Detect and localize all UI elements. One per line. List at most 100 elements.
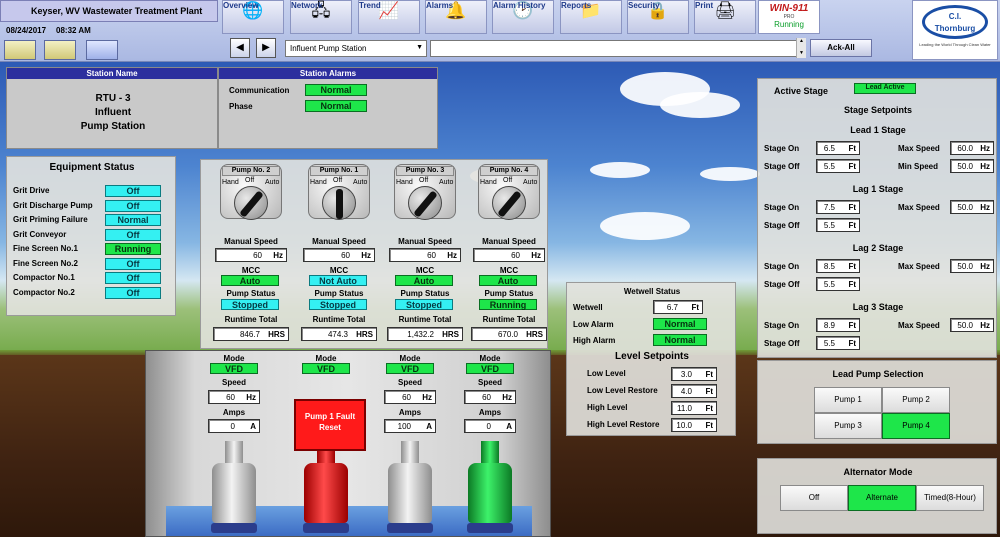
max-speed-unit: Hz bbox=[980, 203, 990, 212]
stage-off-input[interactable]: 5.5 Ft bbox=[816, 159, 860, 173]
selector-knob bbox=[322, 186, 356, 220]
level-setpoint-unit: Ft bbox=[705, 370, 713, 379]
stage-on-input[interactable]: 8.5 Ft bbox=[816, 259, 860, 273]
level-setpoint-input[interactable]: 10.0 Ft bbox=[671, 418, 717, 432]
lead-pump-1-button[interactable]: Pump 1 bbox=[814, 387, 882, 413]
current-time: 08:32 AM bbox=[56, 26, 91, 35]
alternator-mode-panel: Alternator Mode Off Alternate Timed(8-Hour… bbox=[757, 458, 997, 534]
mcc-status: Auto bbox=[479, 275, 537, 286]
alarm-phase-status: Normal bbox=[305, 100, 367, 112]
ack-all-button[interactable]: Ack-All bbox=[810, 39, 872, 57]
mcc-label: MCC bbox=[499, 266, 519, 275]
envelope-icon[interactable] bbox=[4, 40, 36, 60]
equipment-status: Normal bbox=[105, 214, 161, 226]
station-name-header: Station Name bbox=[7, 68, 217, 79]
manual-speed-input[interactable]: 60 Hz bbox=[215, 248, 287, 262]
pump-base bbox=[467, 523, 513, 533]
max-speed-input[interactable]: 50.0 Hz bbox=[950, 200, 994, 214]
hand-label: Hand bbox=[396, 179, 413, 186]
nav-alarms[interactable]: Alarms 🔔 bbox=[425, 0, 487, 34]
off-label: Off bbox=[419, 177, 429, 184]
stage-on-input[interactable]: 8.9 Ft bbox=[816, 318, 860, 332]
max-speed-input[interactable]: 50.0 Hz bbox=[950, 318, 994, 332]
amps-unit: A bbox=[250, 422, 256, 431]
station-select[interactable]: Influent Pump Station ▼ bbox=[285, 40, 427, 57]
max-speed-input[interactable]: 50.0 Hz bbox=[950, 259, 994, 273]
stage-off-input[interactable]: 5.5 Ft bbox=[816, 218, 860, 232]
stage-on-unit: Ft bbox=[848, 144, 856, 153]
stage-on-value: 6.5 bbox=[823, 144, 835, 153]
level-setpoint-value: 10.0 bbox=[676, 421, 692, 430]
screen-icon[interactable] bbox=[86, 40, 118, 60]
prev-screen-button[interactable]: ◀ bbox=[230, 38, 250, 58]
stage-off-input[interactable]: 5.5 Ft bbox=[816, 336, 860, 350]
stage-on-value: 7.5 bbox=[823, 203, 835, 212]
stage-off-value: 5.5 bbox=[823, 280, 835, 289]
equipment-status: Off bbox=[105, 185, 161, 197]
alarm-communication-label: Communication bbox=[229, 86, 290, 95]
selector-knob bbox=[234, 186, 268, 220]
speed-unit: Hz bbox=[246, 393, 256, 402]
nav-overview[interactable]: Overview 🌐 bbox=[222, 0, 284, 34]
manual-speed-input[interactable]: 60 Hz bbox=[473, 248, 545, 262]
speed-unit: Hz bbox=[502, 393, 512, 402]
stage-on-input[interactable]: 7.5 Ft bbox=[816, 200, 860, 214]
level-setpoint-unit: Ft bbox=[705, 387, 713, 396]
hand-off-auto-switch[interactable]: Pump No. 3 Hand Off Auto bbox=[394, 164, 456, 220]
manual-speed-input[interactable]: 60 Hz bbox=[389, 248, 461, 262]
pump-1-fault-reset-button[interactable]: Pump 1 Fault Reset bbox=[294, 399, 366, 451]
mcc-label: MCC bbox=[415, 266, 435, 275]
wetwell-level-value: 6.7 Ft bbox=[653, 300, 703, 314]
runtime-total-value: 1,432.2 bbox=[407, 330, 434, 339]
hand-off-auto-switch[interactable]: Pump No. 2 Hand Off Auto bbox=[220, 164, 282, 220]
level-setpoint-input[interactable]: 4.0 Ft bbox=[671, 384, 717, 398]
open-envelope-icon[interactable] bbox=[44, 40, 76, 60]
stage-on-unit: Ft bbox=[848, 262, 856, 271]
stage-off-input[interactable]: 5.5 Ft bbox=[816, 277, 860, 291]
nav-print[interactable]: Print 🖨 bbox=[694, 0, 756, 34]
max-speed-value: 50.0 bbox=[957, 203, 973, 212]
alternator-alternate-button[interactable]: Alternate bbox=[848, 485, 916, 511]
station-alarms-panel: Station Alarms Communication Normal Phas… bbox=[218, 67, 438, 149]
lead-pump-4-button[interactable]: Pump 4 bbox=[882, 413, 950, 439]
min-speed-unit: Hz bbox=[980, 162, 990, 171]
lead-pump-2-button[interactable]: Pump 2 bbox=[882, 387, 950, 413]
level-setpoint-input[interactable]: 11.0 Ft bbox=[671, 401, 717, 415]
mode-label: Mode bbox=[479, 354, 501, 363]
equipment-label: Grit Priming Failure bbox=[13, 215, 88, 224]
level-setpoint-unit: Ft bbox=[705, 404, 713, 413]
stage-setpoints-title: Stage Setpoints bbox=[843, 105, 912, 115]
alternator-off-button[interactable]: Off bbox=[780, 485, 848, 511]
nav-reports[interactable]: Reports 📁 bbox=[560, 0, 622, 34]
speed-display: 60 Hz bbox=[384, 390, 436, 404]
manual-speed-input[interactable]: 60 Hz bbox=[303, 248, 375, 262]
lead-pump-3-button[interactable]: Pump 3 bbox=[814, 413, 882, 439]
amps-label: Amps bbox=[222, 408, 246, 417]
runtime-total-value: 670.0 bbox=[497, 330, 518, 339]
wetwell-status-panel: Wetwell Status Wetwell 6.7 Ft Low Alarm N… bbox=[566, 282, 736, 436]
nav-alarm-history[interactable]: Alarm History 🕑 bbox=[492, 0, 554, 34]
equipment-label: Compactor No.1 bbox=[13, 273, 75, 282]
nav-security[interactable]: Security 🔒 bbox=[627, 0, 689, 34]
win911-status[interactable]: WIN-911 PRO Running bbox=[758, 0, 820, 34]
station-name-line1: RTU - 3 bbox=[95, 93, 131, 104]
hand-off-auto-switch[interactable]: Pump No. 4 Hand Off Auto bbox=[478, 164, 540, 220]
runtime-total-value: 846.7 bbox=[239, 330, 260, 339]
alternator-timed-8-hour--button[interactable]: Timed(8-Hour) bbox=[916, 485, 984, 511]
hand-off-auto-switch[interactable]: Pump No. 1 Hand Off Auto bbox=[308, 164, 370, 220]
amps-label: Amps bbox=[398, 408, 422, 417]
nav-trend[interactable]: Trend 📈 bbox=[358, 0, 420, 34]
wetwell-level-label: Wetwell bbox=[573, 303, 603, 312]
max-speed-input[interactable]: 60.0 Hz bbox=[950, 141, 994, 155]
nav-network[interactable]: Network 🖧 bbox=[290, 0, 352, 34]
alarm-scrollbar[interactable]: ▲ ▼ bbox=[796, 38, 806, 58]
min-speed-input[interactable]: 50.0 Hz bbox=[950, 159, 994, 173]
stage-off-value: 5.5 bbox=[823, 339, 835, 348]
runtime-total-display: 1,432.2 HRS bbox=[387, 327, 463, 341]
stage-on-input[interactable]: 6.5 Ft bbox=[816, 141, 860, 155]
next-screen-button[interactable]: ▶ bbox=[256, 38, 276, 58]
level-setpoint-input[interactable]: 3.0 Ft bbox=[671, 367, 717, 381]
runtime-unit: HRS bbox=[442, 330, 459, 339]
mode-value: VFD bbox=[210, 363, 258, 374]
mcc-label: MCC bbox=[329, 266, 349, 275]
